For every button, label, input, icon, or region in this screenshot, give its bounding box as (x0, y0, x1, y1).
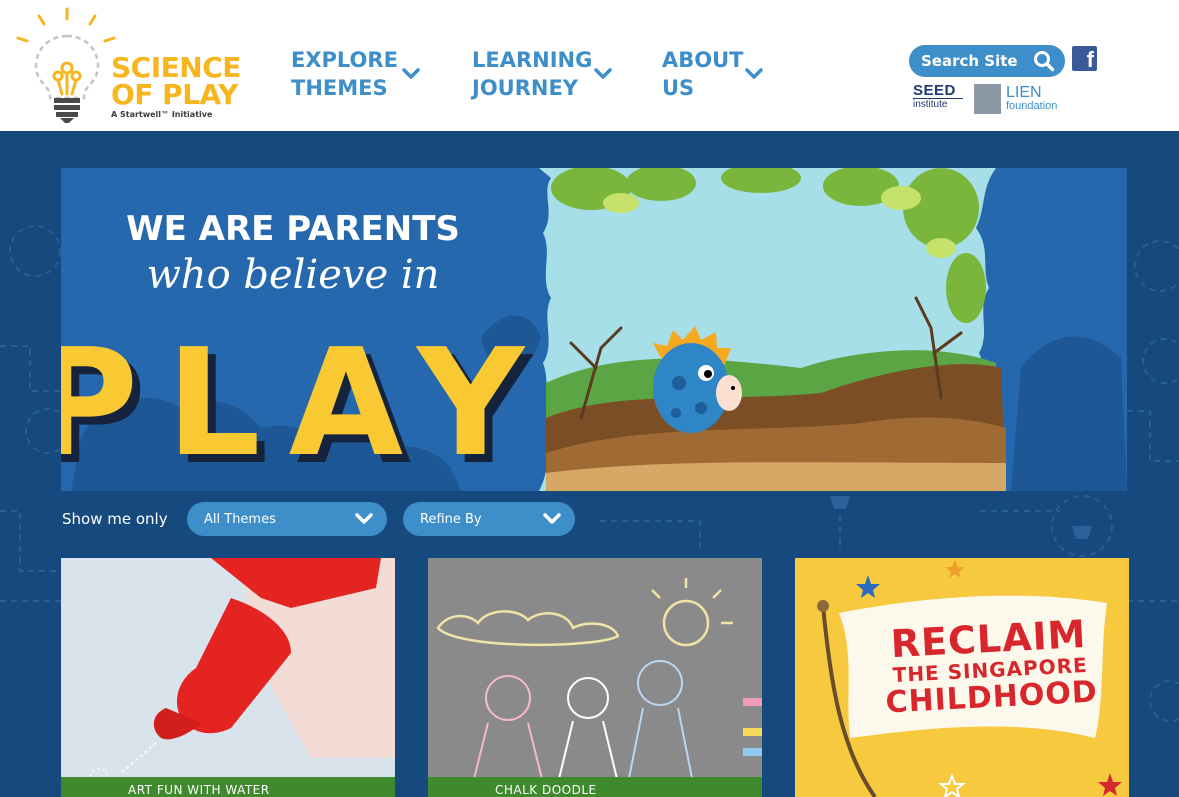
chevron-down-icon (543, 513, 561, 524)
nav-about-us[interactable]: ABOUT US (662, 44, 764, 104)
site-header: SCIENCE OF PLAY A Startwell™ Initiative … (0, 0, 1179, 131)
brand-title-line2: OF PLAY (111, 78, 238, 111)
card-caption: ART FUN WITH WATER (61, 777, 395, 797)
card-caption-text: ART FUN WITH WATER (128, 783, 270, 797)
lien-foundation-logo[interactable]: LIEN foundation (974, 84, 1064, 116)
main-content: WE ARE PARENTS who believe in PLAY PLAY … (0, 131, 1179, 797)
site-logo[interactable]: SCIENCE OF PLAY A Startwell™ Initiative (14, 6, 244, 124)
nav-about-us-label: ABOUT US (662, 46, 744, 102)
chevron-down-icon (402, 68, 420, 79)
seed-logo-word-text: SEED (913, 82, 956, 99)
themes-dropdown[interactable]: All Themes (187, 502, 387, 536)
lightbulb-icon (16, 7, 116, 123)
activity-card[interactable]: ART FUN WITH WATER (61, 558, 395, 797)
card-image-chalk-drawing (428, 558, 762, 797)
search-placeholder: Search Site (921, 52, 1018, 70)
seed-institute-logo[interactable]: SEED institute (913, 83, 963, 117)
hero-banner[interactable]: WE ARE PARENTS who believe in PLAY PLAY (61, 168, 1127, 491)
card-caption-text: CHALK DOODLE (495, 783, 597, 797)
brand-title: SCIENCE OF PLAY (111, 51, 241, 111)
promo-headline: RECLAIM THE SINGAPORE CHILDHOOD (863, 612, 1118, 721)
brand-title-line1: SCIENCE (111, 51, 241, 84)
refine-dropdown-value: Refine By (420, 511, 482, 527)
nav-label-line2: JOURNEY (472, 76, 579, 100)
hero-line2: who believe in (147, 252, 440, 298)
nav-label-line1: EXPLORE (291, 48, 398, 72)
refine-dropdown[interactable]: Refine By (403, 502, 575, 536)
chevron-down-icon (594, 68, 612, 79)
chevron-down-icon (745, 68, 763, 79)
seed-logo-sub: institute (913, 98, 963, 110)
chevron-down-icon (355, 513, 373, 524)
card-caption: CHALK DOODLE (428, 777, 762, 797)
activity-card[interactable]: CHALK DOODLE (428, 558, 762, 797)
nav-label-line1: LEARNING (472, 48, 593, 72)
nav-explore-themes-label: EXPLORE THEMES (291, 46, 398, 102)
seed-logo-word: SEED (913, 83, 963, 98)
search-icon[interactable] (1033, 50, 1055, 72)
nav-label-line2: THEMES (291, 76, 388, 100)
lien-logo-sub: foundation (1006, 100, 1058, 112)
nav-learning-journey[interactable]: LEARNING JOURNEY (472, 44, 613, 104)
themes-dropdown-value: All Themes (204, 511, 276, 527)
brand-tagline: A Startwell™ Initiative (111, 110, 213, 119)
nav-label-line1: ABOUT (662, 48, 744, 72)
nav-explore-themes[interactable]: EXPLORE THEMES (291, 44, 421, 104)
filter-label: Show me only (62, 510, 168, 528)
nav-learning-journey-label: LEARNING JOURNEY (472, 46, 593, 102)
lien-logo-mark (974, 84, 1001, 114)
search-input[interactable]: Search Site (909, 45, 1065, 77)
nav-label-line2: US (662, 76, 695, 100)
promo-card[interactable]: RECLAIM THE SINGAPORE CHILDHOOD (795, 558, 1129, 797)
facebook-icon[interactable]: f (1072, 46, 1097, 72)
card-image-water-bottle (61, 558, 395, 797)
hero-line3-group: PLAY PLAY (61, 317, 552, 491)
hero-line3: PLAY (61, 317, 552, 489)
hero-line1: WE ARE PARENTS (126, 209, 460, 249)
